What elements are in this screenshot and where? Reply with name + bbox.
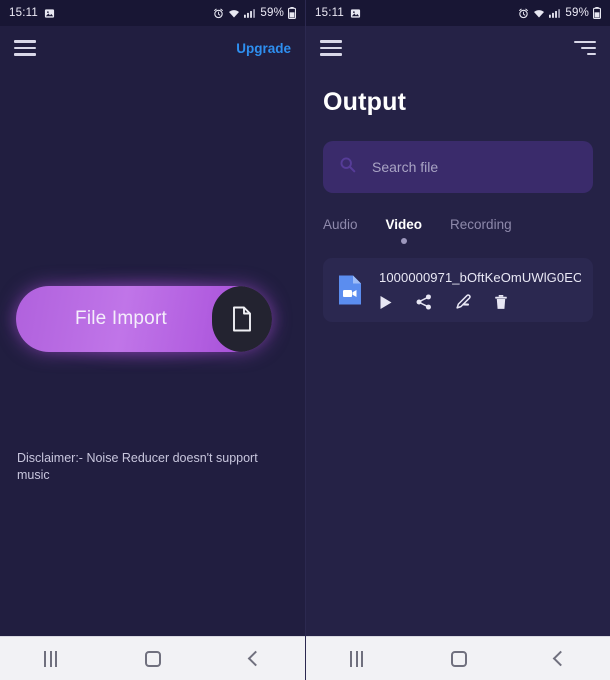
trash-icon[interactable] [494,294,508,310]
nav-recents-button[interactable] [44,650,58,667]
hamburger-menu-icon[interactable] [14,40,36,56]
nav-home-button[interactable] [145,650,162,667]
recents-icon [350,650,363,667]
file-action-row [379,294,581,310]
hamburger-bar [14,53,36,56]
status-bar-right-group: 59% [213,7,296,19]
status-bar-left-group: 15:11 [9,7,55,19]
nav-home-button[interactable] [451,650,467,667]
tab-recording[interactable]: Recording [450,217,512,244]
status-time: 15:11 [315,7,344,19]
status-bar-left: 15:11 59% [0,0,305,26]
back-chevron-icon [247,650,264,667]
play-icon[interactable] [379,295,393,310]
search-placeholder: Search file [372,159,439,175]
android-nav-bar-left [0,636,305,680]
disclaimer-text: Disclaimer:- Noise Reducer doesn't suppo… [17,451,258,482]
video-file-icon [335,274,365,306]
home-icon [145,650,162,667]
hamburger-bar [320,46,342,50]
right-panel-body: Output Search file Audio Video Recording [306,70,610,636]
hamburger-bar [320,53,342,56]
battery-icon [593,7,601,19]
file-name: 1000000971_bOftKeOmUWlG0EO.mp4 [379,270,581,285]
status-bar-right: 15:11 59% [306,0,610,26]
battery-icon [288,7,296,19]
search-icon [339,156,356,178]
file-meta: 1000000971_bOftKeOmUWlG0EO.mp4 [379,270,581,310]
alarm-icon [213,8,224,19]
image-notification-icon [350,8,361,19]
edit-pencil-icon[interactable] [455,294,471,310]
page-title: Output [323,88,407,116]
left-panel-body: File Import Disclaimer:- Noise Reducer d… [0,70,305,636]
back-chevron-icon [552,650,569,667]
dual-panel-screenshot: 15:11 59% Upgrade File Import Disclaimer… [0,0,610,680]
home-icon [451,650,467,667]
hamburger-bar [320,40,342,43]
status-bar-right-group: 59% [518,7,601,19]
status-time: 15:11 [9,7,38,19]
wifi-icon [533,8,545,19]
filter-bar [587,52,596,56]
hamburger-bar [14,46,36,50]
nav-back-button[interactable] [552,650,569,667]
upgrade-button[interactable]: Upgrade [236,41,291,56]
search-input[interactable]: Search file [323,141,593,193]
filter-sort-icon[interactable] [574,40,596,56]
signal-icon [549,8,561,19]
nav-back-button[interactable] [247,650,264,667]
wifi-icon [228,8,240,19]
share-icon[interactable] [416,294,432,310]
app-bar-left: Upgrade [0,26,305,70]
status-bar-left-group: 15:11 [315,7,361,19]
image-notification-icon [44,8,55,19]
file-import-area: File Import [8,276,280,362]
nav-recents-button[interactable] [350,650,363,667]
filter-bar [574,40,596,44]
left-phone-panel: 15:11 59% Upgrade File Import Disclaimer… [0,0,305,680]
app-bar-right [306,26,610,70]
tab-audio[interactable]: Audio [323,217,358,244]
hamburger-menu-icon[interactable] [320,40,342,56]
tab-video[interactable]: Video [386,217,423,244]
file-type-tabs: Audio Video Recording [323,217,610,244]
hamburger-bar [14,40,36,43]
file-import-button[interactable]: File Import [16,286,272,352]
battery-percent: 59% [565,7,589,19]
filter-bar [581,46,596,50]
battery-percent: 59% [260,7,284,19]
signal-icon [244,8,256,19]
recents-icon [44,650,58,667]
alarm-icon [518,8,529,19]
android-nav-bar-right [306,636,610,680]
file-import-label: File Import [75,308,167,329]
file-list-item[interactable]: 1000000971_bOftKeOmUWlG0EO.mp4 [323,258,593,322]
right-phone-panel: 15:11 59% Output Search file Audio Video… [305,0,610,680]
